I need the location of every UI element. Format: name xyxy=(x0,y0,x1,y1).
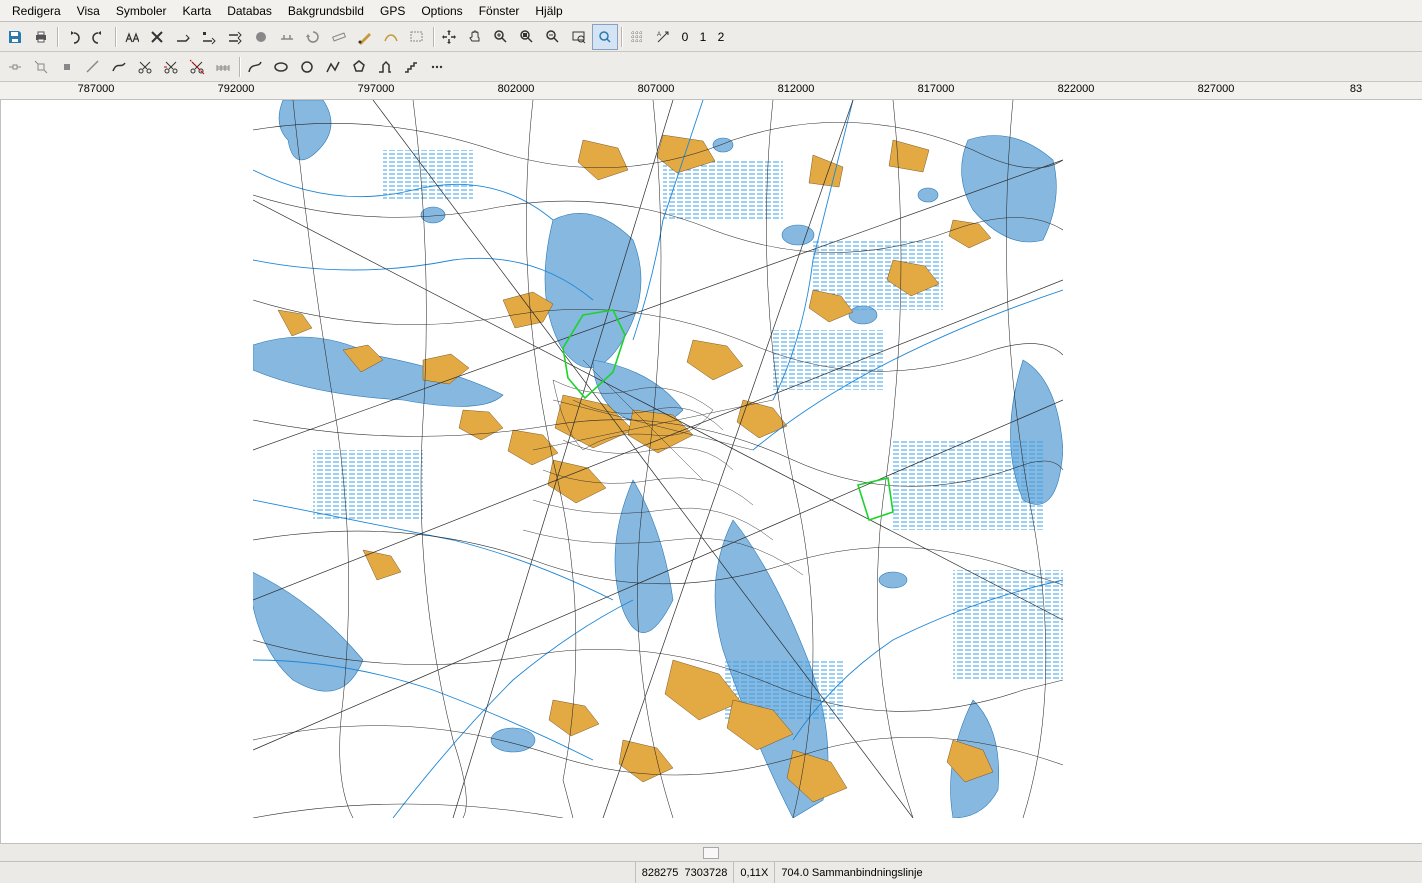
zoom-all-icon[interactable] xyxy=(592,24,618,50)
status-bar: 828275 7303728 0,11X 704.0 Sammanbindnin… xyxy=(0,861,1422,883)
scrollbar-thumb[interactable] xyxy=(703,847,719,859)
mode-2-button[interactable]: 2 xyxy=(712,24,730,50)
edit-point-icon[interactable] xyxy=(352,24,378,50)
polyline-icon[interactable] xyxy=(320,54,346,80)
ruler-label: 83 xyxy=(1350,83,1362,95)
freehand-icon[interactable] xyxy=(242,54,268,80)
status-coord-y: 7303728 xyxy=(685,867,728,879)
menu-fonster[interactable]: Fönster xyxy=(471,2,528,20)
reshape-icon[interactable] xyxy=(196,24,222,50)
horizontal-scrollbar[interactable] xyxy=(0,843,1422,861)
toolbar-drawing xyxy=(0,52,1422,82)
mode-0-button[interactable]: 0 xyxy=(676,24,694,50)
undo-icon[interactable] xyxy=(60,24,86,50)
stairs-icon[interactable] xyxy=(398,54,424,80)
simplify-icon[interactable] xyxy=(378,24,404,50)
cut-icon[interactable] xyxy=(132,54,158,80)
fence-icon[interactable] xyxy=(210,54,236,80)
app-window: Redigera Visa Symboler Karta Databas Bak… xyxy=(0,0,1422,883)
square-tool-icon[interactable] xyxy=(54,54,80,80)
ruler-label: 822000 xyxy=(1058,83,1095,95)
area-icon[interactable] xyxy=(404,24,430,50)
building-icon[interactable] xyxy=(372,54,398,80)
rotate-icon[interactable] xyxy=(300,24,326,50)
zoom-in-icon[interactable] xyxy=(488,24,514,50)
scissors-line-icon[interactable] xyxy=(184,54,210,80)
line-tool-icon[interactable] xyxy=(80,54,106,80)
ruler-label: 807000 xyxy=(638,83,675,95)
ruler-label: 817000 xyxy=(918,83,955,95)
pan-icon[interactable] xyxy=(436,24,462,50)
status-coord-x: 828275 xyxy=(642,867,679,879)
menu-options[interactable]: Options xyxy=(413,2,470,20)
ruler-label: 787000 xyxy=(78,83,115,95)
point-tool-icon[interactable] xyxy=(2,54,28,80)
ruler-label: 792000 xyxy=(218,83,255,95)
save-icon[interactable] xyxy=(2,24,28,50)
status-symbol: 704.0 Sammanbindningslinje xyxy=(774,862,1422,883)
measure-icon[interactable] xyxy=(326,24,352,50)
delete-icon[interactable] xyxy=(144,24,170,50)
snap-icon[interactable]: A xyxy=(650,24,676,50)
ruler-label: 797000 xyxy=(358,83,395,95)
menu-bar: Redigera Visa Symboler Karta Databas Bak… xyxy=(0,0,1422,22)
horizontal-ruler: 787000 792000 797000 802000 807000 812000 8170… xyxy=(0,82,1422,100)
circle-icon[interactable] xyxy=(294,54,320,80)
grid-icon[interactable] xyxy=(624,24,650,50)
menu-databas[interactable]: Databas xyxy=(219,2,280,20)
curve-open-icon[interactable] xyxy=(106,54,132,80)
ellipse-icon[interactable] xyxy=(268,54,294,80)
status-coordinates: 828275 7303728 xyxy=(635,862,734,883)
svg-text:A: A xyxy=(657,32,661,38)
redo-icon[interactable] xyxy=(86,24,112,50)
menu-bakgrundsbild[interactable]: Bakgrundsbild xyxy=(280,2,372,20)
merge-icon[interactable] xyxy=(222,24,248,50)
zoom-selected-icon[interactable] xyxy=(514,24,540,50)
find-icon[interactable] xyxy=(118,24,144,50)
scissors-split-icon[interactable] xyxy=(158,54,184,80)
cut-direction-icon[interactable] xyxy=(170,24,196,50)
map-canvas-area xyxy=(0,100,1422,843)
rect-tool-icon[interactable] xyxy=(28,54,54,80)
ruler-label: 802000 xyxy=(498,83,535,95)
menu-karta[interactable]: Karta xyxy=(175,2,220,20)
status-zoom: 0,11X xyxy=(733,862,774,883)
menu-visa[interactable]: Visa xyxy=(69,2,108,20)
menu-hjalp[interactable]: Hjälp xyxy=(527,2,570,20)
mode-1-button[interactable]: 1 xyxy=(694,24,712,50)
menu-redigera[interactable]: Redigera xyxy=(4,2,69,20)
toolbar-primary: A 0 1 2 xyxy=(0,22,1422,52)
pan-drag-icon[interactable] xyxy=(462,24,488,50)
print-icon[interactable] xyxy=(28,24,54,50)
polygon-icon[interactable] xyxy=(346,54,372,80)
more-icon[interactable] xyxy=(424,54,450,80)
menu-symboler[interactable]: Symboler xyxy=(108,2,175,20)
zoom-out-icon[interactable] xyxy=(540,24,566,50)
bridge-icon[interactable] xyxy=(274,24,300,50)
menu-gps[interactable]: GPS xyxy=(372,2,413,20)
fill-icon[interactable] xyxy=(248,24,274,50)
zoom-window-icon[interactable] xyxy=(566,24,592,50)
map-canvas[interactable] xyxy=(253,100,1063,818)
ruler-label: 812000 xyxy=(778,83,815,95)
ruler-label: 827000 xyxy=(1198,83,1235,95)
